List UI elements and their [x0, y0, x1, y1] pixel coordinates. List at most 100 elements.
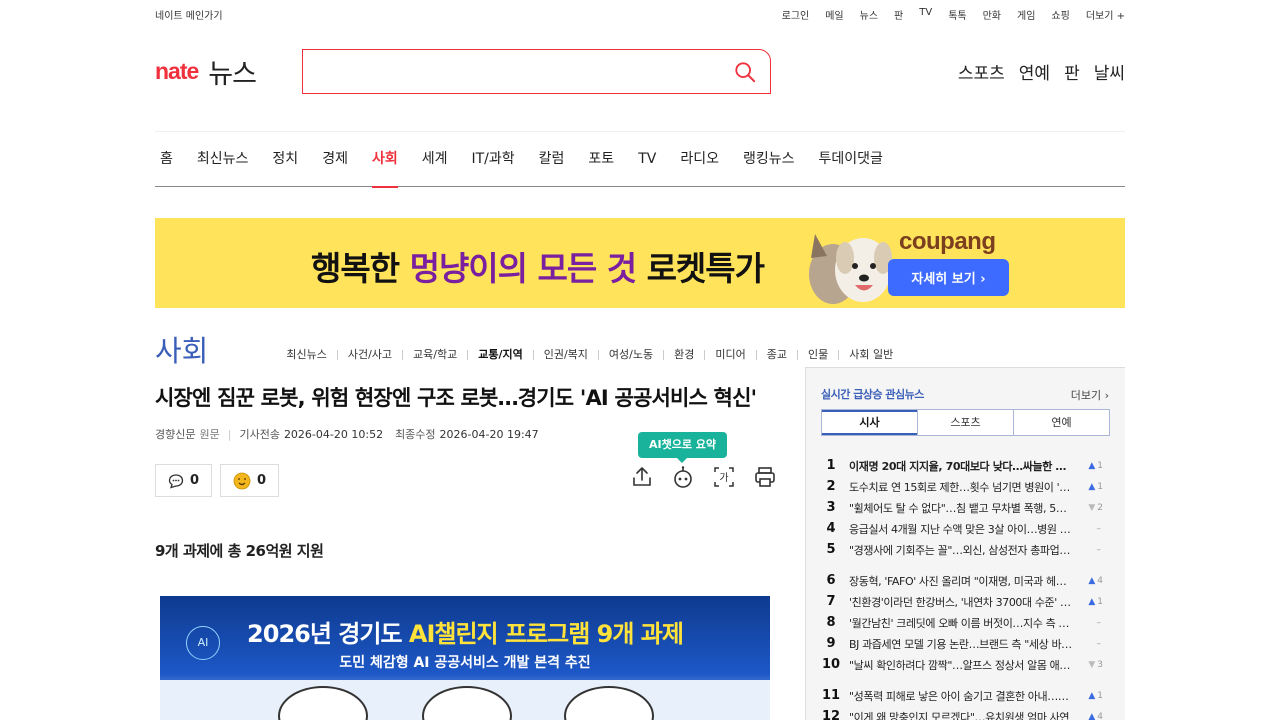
util-pan[interactable]: 판: [894, 7, 903, 22]
sub-media[interactable]: 미디어: [704, 349, 755, 360]
util-more[interactable]: 더보기 +: [1086, 7, 1125, 22]
quick-sports[interactable]: 스포츠: [958, 59, 1005, 84]
trending-item[interactable]: 5 "경쟁사에 기회주는 꼴"…외신, 삼성전자 총파업 우려 –: [821, 539, 1111, 560]
tab-sports[interactable]: 스포츠: [917, 410, 1013, 435]
util-mail[interactable]: 메일: [825, 7, 843, 22]
trending-item[interactable]: 1 이재명 20대 지지율, 70대보다 낮다…싸늘한 청년 민심 ▲ 1: [821, 455, 1111, 476]
trending-headline[interactable]: "성폭력 피해로 낳은 아이 숨기고 결혼한 아내…" 사연: [841, 688, 1073, 704]
nate-home-link[interactable]: 네이트 메인가기: [155, 7, 223, 22]
tab-entertainment[interactable]: 연예: [1013, 410, 1109, 435]
rank-delta: 4: [1097, 575, 1103, 586]
banner-cta-button[interactable]: 자세히 보기 ›: [888, 259, 1009, 296]
comment-count: 0: [190, 473, 200, 488]
trending-item[interactable]: 6장동혁, 'FAFO' 사진 올리며 "이재명, 미국과 헤어질 결심"▲4: [821, 570, 1111, 591]
nav-it-science[interactable]: IT/과학: [459, 131, 526, 187]
trending-headline[interactable]: '친환경'이라던 한강버스, '내연차 3700대 수준' 배출: [841, 594, 1073, 610]
section-title[interactable]: 사회: [155, 334, 208, 368]
ai-chat-summary-tooltip[interactable]: AI챗으로 요약: [638, 432, 728, 463]
nav-column[interactable]: 칼럼: [527, 131, 577, 187]
util-comics[interactable]: 만화: [983, 7, 1001, 22]
sub-environment[interactable]: 환경: [663, 349, 704, 360]
trending-item[interactable]: 12 "이게 왜 망충인지 모르겠다"…유치원생 엄마 사연 ▲ 4: [821, 706, 1111, 720]
trending-headline[interactable]: "이게 왜 망충인지 모르겠다"…유치원생 엄마 사연: [841, 709, 1073, 720]
updated-time: 2026-04-20 19:47: [439, 427, 539, 441]
trending-rank: 4: [826, 521, 836, 536]
sub-incidents[interactable]: 사건/사고: [336, 349, 402, 360]
nav-ranking[interactable]: 랭킹뉴스: [731, 131, 807, 187]
util-toktok[interactable]: 톡톡: [948, 7, 966, 22]
article-image[interactable]: AI 2026년 경기도 AI챌린지 프로그램 9개 과제 도민 체감형 AI …: [160, 596, 770, 720]
trending-headline[interactable]: "날씨 확인하려다 깜짝"…알프스 정상서 알몸 애정행각: [841, 657, 1073, 673]
font-size-icon[interactable]: 가: [712, 465, 736, 489]
trending-headline[interactable]: 응급실서 4개월 지난 수액 맞은 3살 아이…병원 측 사과: [841, 521, 1073, 537]
rank-down-icon: ▼: [1088, 502, 1096, 513]
trending-news-panel: 실시간 급상승 관심뉴스 더보기 › 시사 스포츠 연예 1 이재명 20대 지지…: [805, 367, 1125, 720]
tab-current-affairs[interactable]: 시사: [822, 410, 917, 435]
nav-world[interactable]: 세계: [410, 131, 460, 187]
trending-item[interactable]: 7 '친환경'이라던 한강버스, '내연차 3700대 수준' 배출 ▲ 1: [821, 591, 1111, 612]
sub-human-rights[interactable]: 인권/복지: [532, 349, 598, 360]
quick-links: 스포츠 연예 판 날씨: [958, 59, 1125, 84]
logo-section: 뉴스: [208, 58, 257, 90]
rank-change: ▲ 1: [1073, 482, 1103, 492]
quick-entertainment[interactable]: 연예: [1019, 59, 1050, 84]
quick-weather[interactable]: 날씨: [1094, 59, 1125, 84]
nav-latest[interactable]: 최신뉴스: [185, 131, 261, 187]
trending-headline[interactable]: 도수치료 연 15회로 제한…횟수 넘기면 병원이 '손해': [841, 479, 1073, 495]
nav-economy[interactable]: 경제: [310, 131, 360, 187]
search-input[interactable]: [303, 49, 770, 93]
source-link[interactable]: 원문: [199, 426, 219, 442]
sub-traffic-region[interactable]: 교통/지역: [467, 349, 533, 360]
trending-item[interactable]: 2 도수치료 연 15회로 제한…횟수 넘기면 병원이 '손해' ▲ 1: [821, 476, 1111, 497]
util-login[interactable]: 로그인: [782, 7, 810, 22]
util-shopping[interactable]: 쇼핑: [1051, 7, 1069, 22]
sub-people[interactable]: 인물: [796, 349, 838, 360]
sub-women-labor[interactable]: 여성/노동: [597, 349, 663, 360]
ad-banner[interactable]: 행복한 멍냥이의 모든 것 로켓특가 coupang 자세히 보기 ›: [155, 218, 1125, 308]
trending-more-link[interactable]: 더보기 ›: [1071, 387, 1109, 403]
nav-politics[interactable]: 정치: [260, 131, 310, 187]
search-icon[interactable]: [734, 61, 756, 83]
ai-chatbot-icon[interactable]: [671, 465, 695, 489]
trending-item[interactable]: 11 "성폭력 피해로 낳은 아이 숨기고 결혼한 아내…" 사연 ▲ 1: [821, 685, 1111, 706]
site-header: nate 뉴스 스포츠 연예 판 날씨: [155, 48, 1125, 94]
sub-general[interactable]: 사회 일반: [838, 349, 903, 360]
trending-item[interactable]: 3 "휠체어도 탈 수 없다"…침 뱉고 무차별 폭행, 50대 남성 ▼ 2: [821, 497, 1111, 518]
main-nav: 홈 최신뉴스 정치 경제 사회 세계 IT/과학 칼럼 포토 TV 라디오 랭킹…: [155, 131, 1125, 188]
trending-item[interactable]: 10 "날씨 확인하려다 깜짝"…알프스 정상서 알몸 애정행각 ▼ 3: [821, 654, 1111, 675]
nav-radio[interactable]: 라디오: [668, 131, 731, 187]
quick-pan[interactable]: 판: [1064, 59, 1080, 84]
sub-education[interactable]: 교육/학교: [402, 349, 467, 360]
sub-latest[interactable]: 최신뉴스: [220, 349, 336, 360]
emoji-reaction-icon: [233, 472, 251, 489]
rank-delta: 1: [1097, 596, 1103, 607]
nate-news-logo[interactable]: nate 뉴스: [155, 52, 302, 91]
trending-item[interactable]: 4 응급실서 4개월 지난 수액 맞은 3살 아이…병원 측 사과 –: [821, 518, 1111, 539]
banner-headline-a: 행복한: [311, 249, 410, 288]
sub-religion[interactable]: 종교: [755, 349, 797, 360]
comment-button[interactable]: 0: [155, 464, 213, 497]
nav-society[interactable]: 사회: [360, 131, 410, 188]
trending-rank: 12: [821, 709, 841, 720]
nav-photo[interactable]: 포토: [576, 131, 626, 187]
trending-headline[interactable]: 이재명 20대 지지율, 70대보다 낮다…싸늘한 청년 민심: [841, 458, 1073, 474]
trending-headline[interactable]: BJ 과즙세연 모델 기용 논란…브랜드 측 "세상 바뀌었다": [841, 636, 1073, 652]
trending-item[interactable]: 8 '월간남친' 크레딧에 오빠 이름 버젓이…지수 측 해명 –: [821, 612, 1111, 633]
util-games[interactable]: 게임: [1017, 7, 1035, 22]
trending-headline[interactable]: "휠체어도 탈 수 없다"…침 뱉고 무차별 폭행, 50대 남성: [841, 500, 1073, 516]
figure-headline-highlight: AI챌린지 프로그램 9개 과제: [408, 620, 684, 648]
article-title: 시장엔 짐꾼 로봇, 위험 현장엔 구조 로봇…경기도 'AI 공공서비스 혁신…: [155, 386, 757, 410]
print-icon[interactable]: [753, 465, 777, 489]
nav-home[interactable]: 홈: [155, 131, 185, 187]
figure-subheadline: 도민 체감형 AI 공공서비스 개발 본격 추진: [339, 655, 591, 671]
trending-headline[interactable]: "경쟁사에 기회주는 꼴"…외신, 삼성전자 총파업 우려: [841, 542, 1073, 558]
util-tv[interactable]: TV: [919, 7, 932, 22]
nav-tv[interactable]: TV: [626, 131, 668, 187]
reaction-button[interactable]: 0: [220, 464, 280, 497]
trending-headline[interactable]: '월간남친' 크레딧에 오빠 이름 버젓이…지수 측 해명: [841, 615, 1073, 631]
trending-headline[interactable]: 장동혁, 'FAFO' 사진 올리며 "이재명, 미국과 헤어질 결심": [841, 573, 1073, 589]
util-news[interactable]: 뉴스: [860, 7, 878, 22]
trending-item[interactable]: 9 BJ 과즙세연 모델 기용 논란…브랜드 측 "세상 바뀌었다" –: [821, 633, 1111, 654]
nav-today-comments[interactable]: 투데이댓글: [807, 131, 895, 187]
share-icon[interactable]: [630, 465, 654, 489]
